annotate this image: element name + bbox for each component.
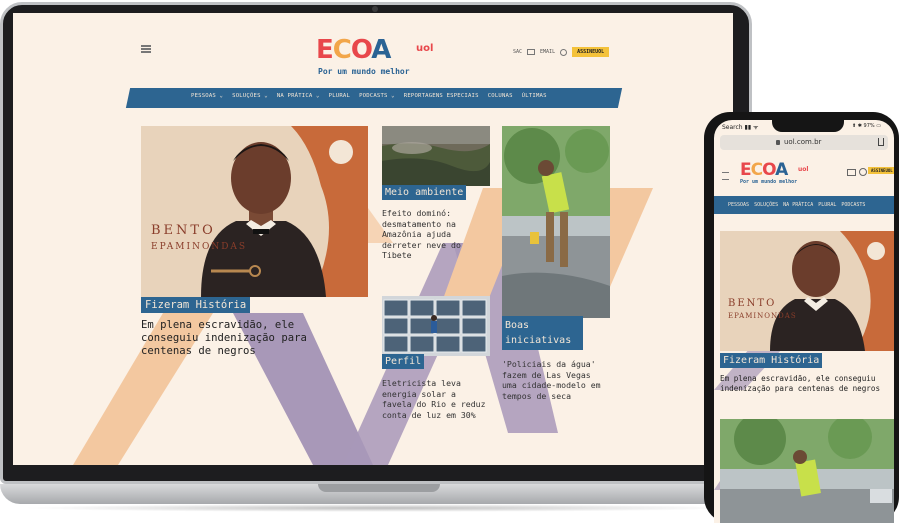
mail-icon[interactable] [527,49,536,55]
status-bar-right: ⬆ ✱ 97% ▭ [852,123,881,129]
menu-icon[interactable] [141,45,151,53]
logo-letter: E [316,35,334,65]
nav-item-plural[interactable]: PLURAL [329,93,350,99]
solar-panels-photo [382,296,490,356]
laptop-notch [318,484,440,492]
logo-uol: uol [416,43,434,54]
hero-headline[interactable]: Em plena escravidão, ele conseguiu inden… [141,319,356,358]
nav-item-ultimas[interactable]: ÚLTIMAS [522,93,547,99]
nav-item-plural[interactable]: PLURAL [818,202,836,208]
logo-letter: A [371,35,391,65]
logo-wordmark: ECOA [316,35,391,65]
hero-image[interactable]: BENTO EPAMINONDAS [141,126,368,297]
card-image-boas-iniciativas[interactable] [720,419,894,523]
nav-item-solucoes[interactable]: SOLUÇÕES ⌄ [232,93,268,99]
logo-letter: C [750,160,764,180]
card-section-label[interactable]: Meio ambiente [382,185,467,200]
main-nav: PESSOAS ⌄ SOLUÇÕES ⌄ NA PRÁTICA ⌄ PLURAL… [191,93,547,99]
card-headline[interactable]: Eletricista leva energia solar a favela … [382,378,486,420]
card-headline[interactable]: 'Policiais da água' fazem de Las Vegas u… [502,359,610,401]
phone-notch [772,120,844,132]
hero-image[interactable]: BENTO EPAMINONDAS [720,231,894,351]
url-text[interactable]: uol.com.br [784,138,821,146]
laptop-screen: ECOA uol Por um mundo melhor SAC EMAIL A… [13,13,733,465]
water-inspector-photo [720,419,894,523]
sac-link[interactable]: SAC [513,49,522,55]
nav-item-pessoas[interactable]: PESSOAS [728,202,749,208]
mail-icon[interactable] [847,169,856,176]
status-bar-left: Search ▮▮ ᯤ [722,124,759,131]
logo-tagline: Por um mundo melhor [740,179,798,185]
subscribe-button[interactable]: ASSINEUOL [868,167,894,174]
card-image-perfil[interactable] [382,296,490,356]
user-icon[interactable] [560,48,568,56]
logo-uol: uol [798,166,809,173]
logo-letter: C [332,35,352,65]
nav-item-colunas[interactable]: COLUNAS [488,93,513,99]
nav-item-solucoes[interactable]: SOLUÇÕES [754,202,778,208]
logo-letter: O [762,160,776,180]
ecoa-logo[interactable]: ECOA [740,160,788,180]
logo-letter: A [775,160,788,180]
forest-photo [382,126,490,186]
nav-item-podcasts[interactable]: PODCASTS ⌄ [359,93,395,99]
main-nav: PESSOAS SOLUÇÕES NA PRÁTICA PLURAL PODCA… [728,202,865,208]
nav-item-na-pratica[interactable]: NA PRÁTICA ⌄ [277,93,320,99]
logo-tagline: Por um mundo melhor [318,67,410,76]
portrait-caption-line: BENTO [151,223,216,238]
user-icon[interactable] [859,168,867,176]
background-shapes [73,173,653,465]
logo-letter: O [350,35,372,65]
portrait-caption-line: EPAMINONDAS [728,312,797,320]
water-inspector-photo [502,126,610,318]
nav-item-pessoas[interactable]: PESSOAS ⌄ [191,93,223,99]
portrait-caption-line: EPAMINONDAS [151,242,247,252]
lock-icon [776,140,780,145]
laptop-shadow [20,504,740,512]
card-section-label[interactable]: Perfil [382,354,425,369]
card-image-boas-iniciativas[interactable] [502,126,610,318]
nav-item-na-pratica[interactable]: NA PRÁTICA [783,202,813,208]
hero-headline[interactable]: Em plena escravidão, ele conseguiu inden… [720,374,894,394]
card-headline[interactable]: Efeito dominó: desmatamento na Amazônia … [382,208,482,261]
phone-screen: Search ▮▮ ᯤ ⬆ ✱ 97% ▭ uol.com.br ECOA uo… [714,120,894,523]
subscribe-button[interactable]: ASSINEUOL [572,47,610,57]
share-icon[interactable] [878,138,884,146]
portrait-caption-line: BENTO [728,298,776,309]
portrait-illustration: BENTO EPAMINONDAS [720,231,894,351]
portrait-illustration: BENTO EPAMINONDAS [141,126,368,297]
menu-icon[interactable] [722,172,729,180]
email-link[interactable]: EMAIL [540,49,555,55]
nav-item-reportagens[interactable]: REPORTAGENS ESPECIAIS [404,93,479,99]
nav-item-podcasts[interactable]: PODCASTS [841,202,865,208]
hero-section-label[interactable]: Fizeram História [141,297,251,313]
ecoa-logo[interactable]: ECOA uol Por um mundo melhor [316,35,466,79]
card-section-label[interactable]: Boas iniciativas [502,316,583,350]
camera-icon [372,6,378,12]
hero-section-label[interactable]: Fizeram História [720,353,823,368]
header-links: SAC EMAIL ASSINEUOL [513,47,610,57]
logo-letter: E [740,160,752,180]
card-image-meio-ambiente[interactable] [382,126,490,186]
